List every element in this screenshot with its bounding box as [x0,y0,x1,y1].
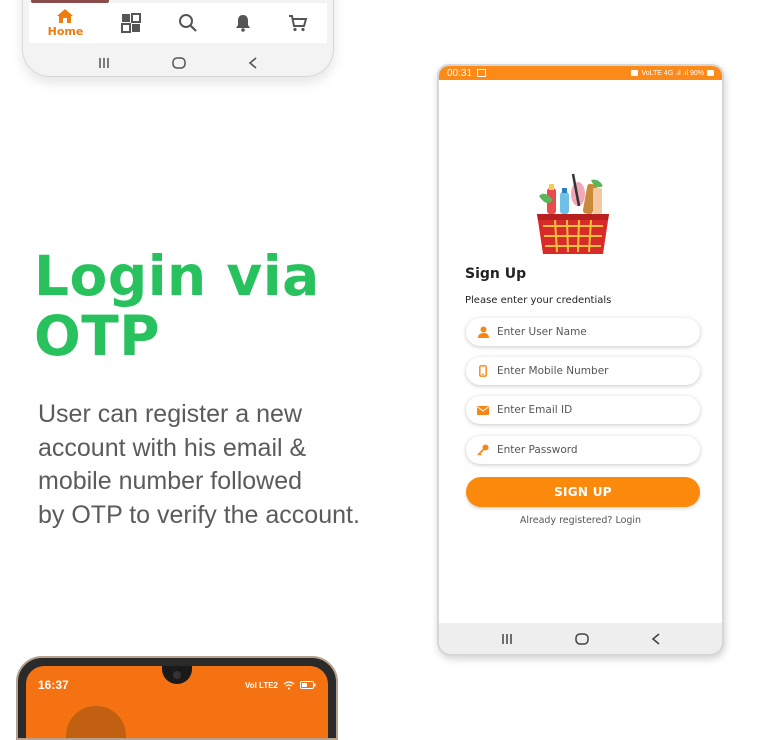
main-phone: 00:31 VoLTE 4G .ıl .ıl 90% Sign Up Pleas… [437,64,724,656]
home-icon [57,9,74,23]
gallery-icon [477,69,487,77]
description-line2: account with his email & [38,433,307,462]
cart-icon [289,15,308,32]
alarm-icon [631,70,639,76]
feature-description: User can register a new account with his… [38,398,398,532]
password-field[interactable] [466,436,700,464]
bottom-phone-screen: 16:37 Vol LTE2 [26,666,328,738]
status-indicators: VoLTE 4G .ıl .ıl 90% [641,69,704,77]
phone-icon [476,364,490,378]
user-icon [476,325,490,339]
search-icon [178,14,197,32]
nav-categories[interactable] [120,13,141,33]
headline-line2: OTP [34,304,161,368]
avatar [66,706,126,738]
bottom-phone-preview: 16:37 Vol LTE2 [16,656,338,740]
top-phone-preview: Home [22,0,334,77]
description-line4: by OTP to verify the account. [38,500,360,529]
username-input[interactable] [497,326,687,338]
nav-notifications[interactable] [235,14,251,32]
status-bar: 00:31 VoLTE 4G .ıl .ıl 90% [439,66,722,80]
home-circle-icon[interactable] [172,57,186,69]
grocery-basket-logo [537,173,609,254]
back-icon[interactable] [248,57,258,69]
battery-icon [300,681,316,689]
nav-cart[interactable] [288,14,308,32]
signup-subtitle: Please enter your credentials [465,295,612,306]
phone-system-nav [439,623,722,654]
home-circle-icon[interactable] [574,632,589,645]
password-input[interactable] [497,444,687,456]
signup-button[interactable]: SIGN UP [466,477,700,507]
description-line1: User can register a new [38,400,303,428]
battery-icon [707,70,714,76]
email-input[interactable] [497,404,687,416]
mail-icon [476,403,490,417]
top-system-nav [23,51,333,75]
bottom-nav-bar: Home [29,3,327,43]
signup-title: Sign Up [465,266,527,282]
login-link[interactable]: Already registered? Login [439,515,722,526]
status-time: 00:31 [447,67,473,79]
bell-icon [236,15,251,32]
recent-apps-icon[interactable] [501,633,513,645]
mobile-input[interactable] [497,365,687,377]
back-icon[interactable] [651,632,661,645]
bottom-status-time: 16:37 [38,678,69,692]
headline-line1: Login via [34,244,320,308]
username-field[interactable] [466,318,700,346]
recent-apps-icon[interactable] [98,57,110,69]
bottom-phone-status-bar: 16:37 Vol LTE2 [38,678,316,692]
email-field[interactable] [466,396,700,424]
nav-home[interactable]: Home [47,8,84,38]
key-icon [476,443,490,457]
categories-icon [120,13,141,33]
wifi-icon [283,680,295,689]
description-line3: mobile number followed [38,467,303,495]
headline: Login via OTP [34,246,354,366]
nav-home-label: Home [47,25,84,38]
mobile-field[interactable] [466,357,700,385]
nav-search[interactable] [178,13,198,33]
bottom-status-indicators: Vol LTE2 [244,680,278,690]
